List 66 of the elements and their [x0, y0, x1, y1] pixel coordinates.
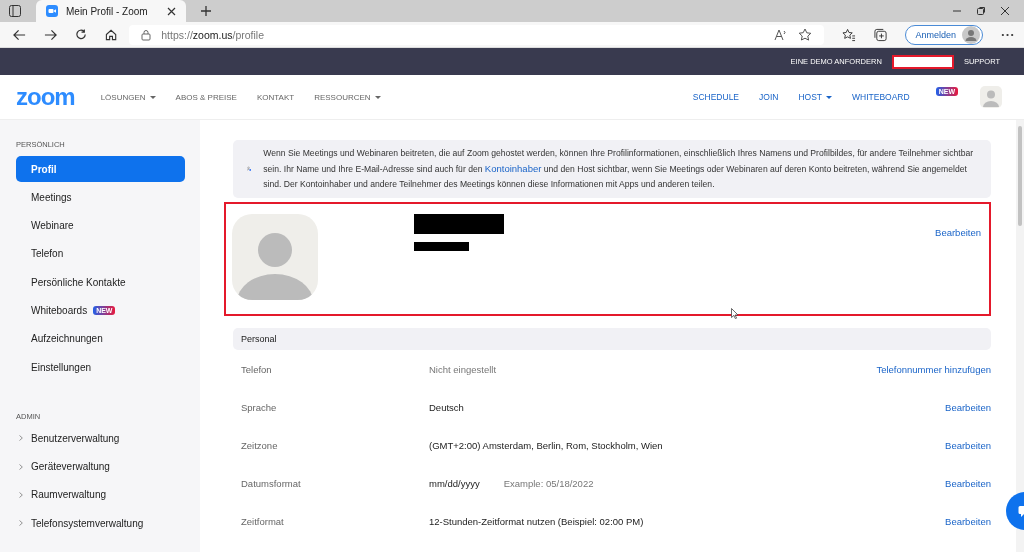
nav-link[interactable]: WHITEBOARD — [852, 92, 910, 102]
account-owner-link[interactable]: Kontoinhaber — [484, 163, 542, 174]
nav-link[interactable]: ABOS & PREISE — [175, 92, 237, 102]
sidebar-item[interactable]: Geräteverwaltung — [16, 453, 185, 480]
sidebar-item[interactable]: Webinare — [16, 212, 185, 239]
field-label: Zeitzone — [241, 439, 279, 451]
sidebar-item[interactable]: Aufzeichnungen — [16, 325, 185, 352]
field-value: 12-Stunden-Zeitformat nutzen (Beispiel: 02:00 PM) — [429, 515, 644, 527]
favorites-icon[interactable] — [842, 27, 857, 42]
edit-link[interactable]: Bearbeiten — [945, 477, 991, 489]
redaction-box — [891, 54, 954, 69]
edit-link[interactable]: Telefonnummer hinzufügen — [876, 363, 991, 375]
close-icon[interactable] — [167, 6, 176, 16]
new-tab-icon[interactable] — [200, 5, 212, 17]
sidebar-item[interactable]: Persönliche Kontakte — [16, 269, 185, 296]
sidebar-item[interactable]: Raumverwaltung — [16, 481, 185, 508]
tab-title: Mein Profil - Zoom — [66, 5, 149, 17]
star-icon[interactable] — [798, 27, 813, 42]
edit-link[interactable]: Bearbeiten — [945, 515, 991, 527]
field-value: mm/dd/yyyy — [429, 477, 480, 489]
home-icon[interactable] — [105, 28, 118, 41]
more-icon[interactable] — [1001, 32, 1014, 37]
lock-icon — [141, 28, 152, 41]
reload-icon[interactable] — [75, 28, 88, 41]
scrollbar-thumb[interactable] — [1018, 126, 1022, 226]
field-label: Telefon — [241, 363, 273, 375]
video-camera-icon — [46, 5, 58, 17]
nav-link[interactable]: RESSOURCEN — [314, 92, 381, 102]
edit-link[interactable]: Bearbeiten — [945, 401, 991, 413]
edit-link[interactable]: Bearbeiten — [945, 439, 991, 451]
mouse-cursor-icon — [731, 308, 739, 319]
sidebar-item[interactable]: Einstellungen — [16, 354, 185, 381]
redaction-bar — [414, 242, 469, 251]
restore-icon[interactable] — [976, 6, 986, 16]
sidebar-item[interactable]: Telefonsystemverwaltung — [16, 510, 185, 537]
collections-icon[interactable] — [874, 27, 888, 42]
field-value: (GMT+2:00) Amsterdam, Berlin, Rom, Stockholm, Wien — [429, 439, 663, 451]
sidebar-item[interactable]: Benutzerverwaltung — [16, 425, 185, 452]
browser-tab[interactable]: Mein Profil - Zoom — [36, 0, 186, 22]
close-icon[interactable] — [1000, 6, 1010, 16]
section-header: Personal — [233, 328, 991, 350]
read-aloud-icon[interactable] — [774, 28, 789, 41]
field-label: Zeitformat — [241, 515, 285, 527]
notice-text: Wenn Sie Meetings und Webinaren beitreten, die auf Zoom gehostet werden, können Ihre Profilinformationen, einschließlich Ihres Namens und Profilbildes, für andere Teilnehmer sichtbar sein. Ihr Name und Ihre E-Mail-Adresse sind auch für den Kontoinhaber und den Host sichtbar, wenn Sie Meetings oder Webinaren auf deren Konto beitreten, während Sie angemeldet sind. Der Kontoinhaber und andere Teilnehmer des Meetings können diese Informationen mit Apps und anderen teilen. — [263, 147, 975, 191]
nav-link[interactable]: JOIN — [759, 92, 779, 102]
edit-link[interactable]: Bearbeiten — [935, 227, 981, 238]
field-value: Deutsch — [429, 401, 464, 413]
field-label: Datumsformat — [241, 477, 302, 489]
field-example: Example: 05/18/2022 — [503, 477, 594, 489]
sidebar-item[interactable]: Profil — [16, 156, 185, 182]
nav-link[interactable]: HOST — [798, 92, 833, 102]
address-bar[interactable]: https://zoom.us/profile — [129, 24, 825, 45]
logo[interactable]: zoom — [16, 83, 75, 111]
url-text: https://zoom.us/profile — [161, 28, 264, 41]
field-label: Sprache — [241, 401, 278, 413]
field-value: Nicht eingestellt — [429, 363, 497, 375]
nav-link[interactable]: LÖSUNGEN — [100, 92, 156, 102]
back-icon[interactable] — [13, 28, 27, 41]
sidebar-item[interactable]: Meetings — [16, 184, 185, 211]
forward-icon[interactable] — [44, 28, 58, 41]
nav-link[interactable]: SCHEDULE — [692, 92, 740, 102]
nav-link[interactable]: KONTAKT — [256, 92, 295, 102]
tab-actions-icon[interactable] — [8, 4, 22, 18]
sidebar-item[interactable]: Telefon — [16, 240, 185, 267]
sign-in-button[interactable]: Anmelden — [905, 24, 983, 45]
avatar-icon — [962, 25, 980, 44]
